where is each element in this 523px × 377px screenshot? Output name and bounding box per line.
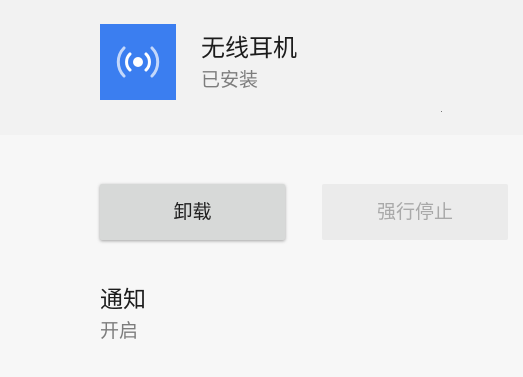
app-info-page: 无线耳机 已安装 卸载 强行停止 通知 开启 <box>0 0 523 377</box>
uninstall-button[interactable]: 卸载 <box>100 184 285 240</box>
app-install-status: 已安装 <box>201 69 259 91</box>
notifications-value: 开启 <box>100 320 139 342</box>
force-stop-button[interactable]: 强行停止 <box>322 184 508 240</box>
app-name: 无线耳机 <box>201 34 297 62</box>
wireless-broadcast-icon <box>100 24 176 100</box>
notifications-title: 通知 <box>100 287 146 313</box>
app-header: 无线耳机 已安装 <box>0 0 523 135</box>
divider-dot <box>441 111 442 112</box>
